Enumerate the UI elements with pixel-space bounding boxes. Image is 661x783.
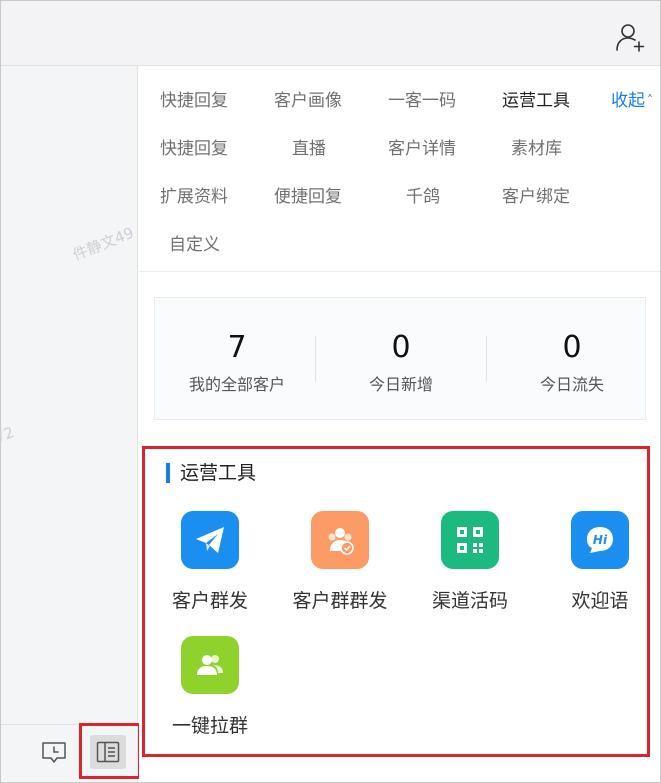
tool-label: 客户群发 [171, 590, 248, 612]
stat-label: 今日流失 [539, 375, 604, 394]
tool-welcome-message[interactable]: Hi 欢迎语 [535, 511, 661, 613]
stat-label: 我的全部客户 [188, 375, 285, 394]
sidebar-toolbar [1, 724, 138, 782]
tab-live-stream[interactable]: 直播 [292, 134, 326, 159]
user-plus-icon[interactable] [614, 21, 646, 53]
stat-lost-today: 0 今日流失 [490, 331, 654, 395]
divider [486, 336, 487, 382]
chat-history-icon[interactable] [41, 741, 67, 765]
tab-quick-reply-2[interactable]: 快捷回复 [160, 134, 228, 159]
tab-one-customer-one-code[interactable]: 一客一码 [388, 86, 456, 111]
watermark-text: 件静文49 [70, 223, 137, 265]
divider [315, 336, 316, 382]
tab-customer-details[interactable]: 客户详情 [388, 134, 456, 159]
stat-all-customers: 7 我的全部客户 [155, 331, 319, 395]
customer-stats-card: 7 我的全部客户 0 今日新增 0 今日流失 [154, 297, 646, 420]
stat-label: 今日新增 [368, 375, 433, 394]
stat-value: 0 [562, 330, 582, 365]
side-panel-toggle-button[interactable] [90, 735, 126, 769]
left-sidebar: 件静文49 72 [0, 66, 138, 782]
hi-bubble-icon: Hi [571, 511, 629, 569]
tool-label: 客户群群发 [292, 590, 388, 612]
section-title: 运营工具 [166, 462, 256, 484]
tab-operation-tools[interactable]: 运营工具 [502, 86, 570, 111]
paper-plane-icon [181, 511, 239, 569]
collapse-button[interactable]: 收起 ˄ [611, 86, 653, 111]
tool-customer-mass-send[interactable]: 客户群发 [145, 511, 275, 613]
tab-quick-reply[interactable]: 快捷回复 [160, 86, 228, 111]
svg-text:Hi: Hi [593, 533, 608, 547]
stat-new-today: 0 今日新增 [319, 331, 483, 395]
watermark-text: 72 [0, 423, 17, 447]
chevron-up-icon: ˄ [647, 93, 653, 107]
tool-group-mass-send[interactable]: 客户群群发 [275, 511, 405, 613]
tab-convenient-reply[interactable]: 便捷回复 [274, 182, 342, 207]
tab-material-library[interactable]: 素材库 [511, 134, 562, 159]
tool-channel-code[interactable]: 渠道活码 [405, 511, 535, 613]
main-panel: 快捷回复 客户画像 一客一码 运营工具 收起 ˄ 快捷回复 直播 客户详情 素材库… [139, 66, 660, 782]
tool-label: 欢迎语 [571, 590, 629, 612]
tab-qiange[interactable]: 千鸽 [406, 182, 440, 207]
tool-one-click-group[interactable]: 一键拉群 [145, 636, 275, 738]
group-send-icon [311, 511, 369, 569]
tool-label: 一键拉群 [171, 715, 248, 737]
top-header [1, 1, 660, 66]
qr-code-icon [441, 511, 499, 569]
tab-customer-profile[interactable]: 客户画像 [274, 86, 342, 111]
stat-value: 0 [391, 330, 411, 365]
users-icon [181, 636, 239, 694]
tab-customer-binding[interactable]: 客户绑定 [502, 182, 570, 207]
tool-label: 渠道活码 [431, 590, 508, 612]
side-panel-icon [96, 741, 120, 763]
tab-extended-info[interactable]: 扩展资料 [160, 182, 228, 207]
tab-custom[interactable]: 自定义 [169, 230, 220, 255]
feature-tabs: 快捷回复 客户画像 一客一码 运营工具 收起 ˄ 快捷回复 直播 客户详情 素材库… [139, 66, 660, 272]
stat-value: 7 [227, 330, 247, 365]
operation-tools-section: 运营工具 客户群发 客户群群发 渠道活码 Hi 欢迎语 一键拉群 [142, 446, 650, 757]
